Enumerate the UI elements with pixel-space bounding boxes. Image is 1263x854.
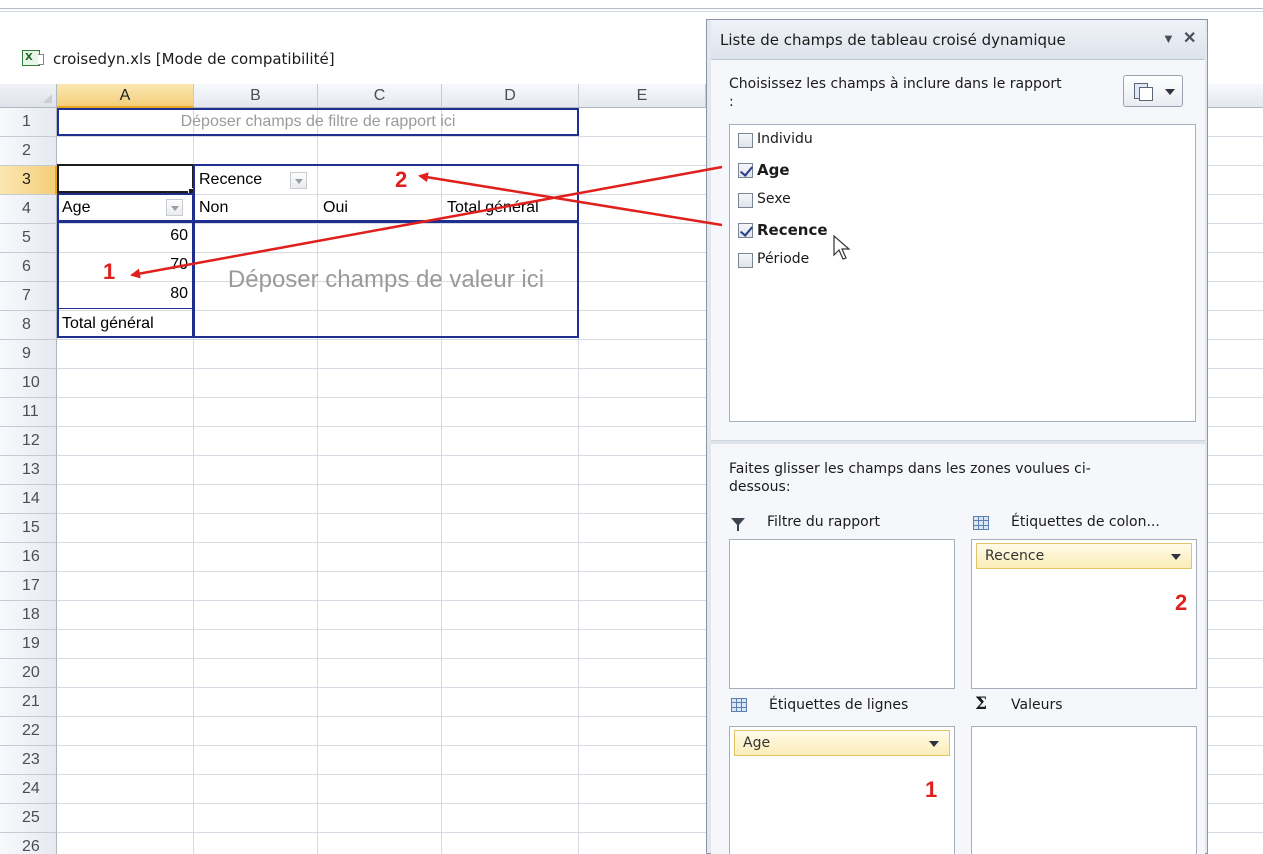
row-header-26[interactable]: 26 xyxy=(0,833,57,854)
column-header-b[interactable]: B xyxy=(194,84,318,108)
values-drop-text: Déposer champs de valeur ici xyxy=(227,266,545,293)
row-header-14[interactable]: 14 xyxy=(0,485,57,514)
column-header-c[interactable]: C xyxy=(318,84,442,108)
choose-fields-label: Choisissez les champs à inclure dans le … xyxy=(729,76,1062,110)
values-area[interactable] xyxy=(971,726,1197,854)
column-labels-table-icon xyxy=(973,516,989,530)
column-labels-area-label: Étiquettes de colon... xyxy=(1011,514,1160,530)
row-header-9[interactable]: 9 xyxy=(0,340,57,369)
annotation-marker-2-pane: 2 xyxy=(1175,590,1188,615)
worksheet-right-edge xyxy=(1208,84,1263,854)
column-header-a[interactable]: A xyxy=(57,84,194,108)
row-field-header[interactable]: Age xyxy=(62,199,90,217)
row-header-19[interactable]: 19 xyxy=(0,630,57,659)
area-item-label: Recence xyxy=(985,548,1045,564)
grand-total-label: Total général xyxy=(62,315,154,332)
column-field-filter-button[interactable] xyxy=(290,172,307,189)
pane-splitter[interactable] xyxy=(711,440,1205,444)
checkbox[interactable] xyxy=(738,133,753,148)
worksheet[interactable]: A B C D E 1 2 3 4 5 6 7 8 9 10 11 12 13 14 15 16 17 18 19 2… xyxy=(0,84,706,854)
row-header-4[interactable]: 4 xyxy=(0,195,57,224)
workbook-titlebar: X croisedyn.xls [Mode de compatibilité] xyxy=(0,24,706,84)
field-label: Période xyxy=(757,251,810,267)
field-list-layout-button[interactable] xyxy=(1123,75,1183,107)
row-header-5[interactable]: 5 xyxy=(0,224,57,253)
field-label: Individu xyxy=(757,131,813,147)
column-area-item-recence[interactable]: Recence xyxy=(976,543,1192,569)
report-filter-area-label: Filtre du rapport xyxy=(767,514,880,530)
row-header-1[interactable]: 1 xyxy=(0,108,57,137)
excel-file-icon: X xyxy=(22,50,44,66)
filter-icon xyxy=(731,518,745,531)
row-header-17[interactable]: 17 xyxy=(0,572,57,601)
field-label: Sexe xyxy=(757,191,791,207)
field-label: Recence xyxy=(757,221,828,239)
checkbox-checked[interactable] xyxy=(738,163,753,178)
checkbox-checked[interactable] xyxy=(738,223,753,238)
area-item-label: Age xyxy=(743,735,771,751)
row-labels-table-icon xyxy=(731,698,747,712)
column-labels-area[interactable]: Recence 2 xyxy=(971,539,1197,689)
row-header-20[interactable]: 20 xyxy=(0,659,57,688)
field-list: Individu Age Sexe Recence Période xyxy=(729,124,1196,422)
row-header-13[interactable]: 13 xyxy=(0,456,57,485)
annotation-marker-1-pane: 1 xyxy=(925,777,938,802)
row-field-filter-button[interactable] xyxy=(166,199,183,216)
report-filter-drop-text: Déposer champs de filtre de rapport ici xyxy=(180,113,456,130)
values-area-label: Valeurs xyxy=(1011,697,1063,713)
row-header-12[interactable]: 12 xyxy=(0,427,57,456)
row-item-70: 70 xyxy=(170,256,188,273)
row-header-3[interactable]: 3 xyxy=(0,166,57,195)
layout-icon xyxy=(1134,83,1153,101)
field-label: Age xyxy=(757,161,790,179)
select-all-corner[interactable] xyxy=(0,84,57,108)
row-header-25[interactable]: 25 xyxy=(0,804,57,833)
pane-titlebar: Liste de champs de tableau croisé dynami… xyxy=(711,20,1205,60)
dropdown-arrow-icon xyxy=(1165,89,1175,95)
column-item-oui: Oui xyxy=(323,199,348,216)
dropdown-arrow-icon[interactable] xyxy=(1171,554,1181,560)
row-labels-area[interactable]: Age 1 xyxy=(729,726,955,854)
annotation-marker-2: 2 xyxy=(395,167,408,192)
row-header-10[interactable]: 10 xyxy=(0,369,57,398)
mouse-pointer-icon xyxy=(833,235,851,260)
workbook-title: croisedyn.xls [Mode de compatibilité] xyxy=(53,50,335,68)
row-header-11[interactable]: 11 xyxy=(0,398,57,427)
row-header-2[interactable]: 2 xyxy=(0,137,57,166)
row-header-7[interactable]: 7 xyxy=(0,282,57,311)
row-header-8[interactable]: 8 xyxy=(0,311,57,340)
row-header-16[interactable]: 16 xyxy=(0,543,57,572)
column-field-header[interactable]: Recence xyxy=(199,171,262,189)
checkbox[interactable] xyxy=(738,193,753,208)
close-icon[interactable]: ✕ xyxy=(1183,28,1196,48)
pane-options-chevron-icon[interactable]: ▼ xyxy=(1162,31,1175,46)
row-header-23[interactable]: 23 xyxy=(0,746,57,775)
drag-fields-label: Faites glisser les champs dans les zones… xyxy=(729,461,1091,495)
row-header-22[interactable]: 22 xyxy=(0,717,57,746)
row-item-60: 60 xyxy=(170,227,188,244)
sigma-icon: Σ xyxy=(975,694,988,714)
row-header-24[interactable]: 24 xyxy=(0,775,57,804)
row-header-6[interactable]: 6 xyxy=(0,253,57,282)
row-header-18[interactable]: 18 xyxy=(0,601,57,630)
row-header-21[interactable]: 21 xyxy=(0,688,57,717)
column-header-d[interactable]: D xyxy=(442,84,579,108)
row-labels-area-label: Étiquettes de lignes xyxy=(769,697,909,713)
pane-title: Liste de champs de tableau croisé dynami… xyxy=(720,31,1066,49)
row-header-15[interactable]: 15 xyxy=(0,514,57,543)
annotation-marker-1: 1 xyxy=(103,259,116,284)
row-item-80: 80 xyxy=(170,285,188,302)
column-item-non: Non xyxy=(199,199,229,216)
column-header-e[interactable]: E xyxy=(579,84,706,108)
report-filter-area[interactable] xyxy=(729,539,955,689)
checkbox[interactable] xyxy=(738,253,753,268)
row-area-item-age[interactable]: Age xyxy=(734,730,950,756)
dropdown-arrow-icon[interactable] xyxy=(929,741,939,747)
column-item-total: Total général xyxy=(447,199,539,216)
pivot-field-list-pane: Liste de champs de tableau croisé dynami… xyxy=(706,19,1208,854)
active-cell-a3[interactable] xyxy=(57,164,194,193)
